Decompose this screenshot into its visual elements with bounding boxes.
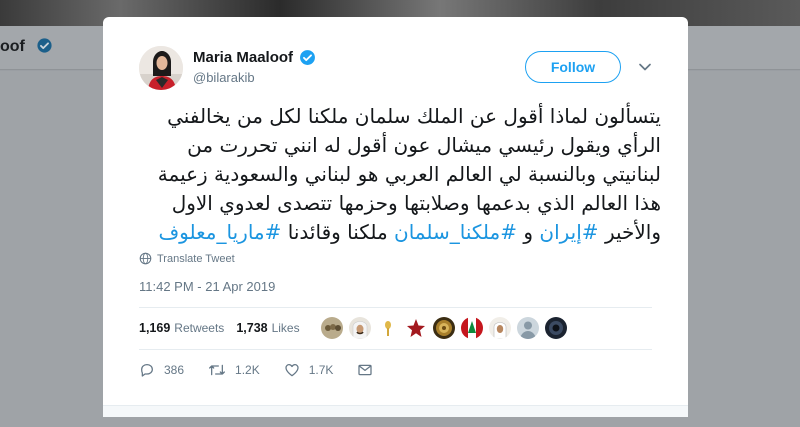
hashtag-iran-link[interactable]: #إيران [539, 220, 598, 244]
like-count: 1.7K [308, 363, 334, 377]
translate-tweet-link[interactable]: Translate Tweet [139, 252, 235, 265]
background-profile-name: oof [0, 38, 25, 55]
direct-message-button[interactable] [357, 362, 373, 378]
like-button[interactable]: 1.7K [284, 362, 334, 378]
tweet-timestamp[interactable]: 11:42 PM - 21 Apr 2019 [139, 279, 275, 294]
divider [139, 349, 652, 350]
liker-avatar[interactable] [349, 317, 371, 339]
retweets-count: 1,169 [139, 321, 171, 335]
liker-avatars [321, 317, 567, 339]
tweet-stats: 1,169 Retweets 1,738 Likes [139, 319, 300, 337]
hashtag-maria-link[interactable]: #ماريا_معلوف [158, 220, 281, 244]
verified-badge-icon [300, 49, 315, 65]
tweet-line: يتسألون لماذا أقول عن الملك سلمان ملكنا … [167, 104, 661, 128]
author-avatar[interactable] [139, 46, 183, 90]
retweets-stat[interactable]: 1,169 Retweets [139, 321, 224, 335]
tweet-line: الرأي ويقول رئيسي ميشال عون أقول له انني… [187, 133, 661, 157]
retweets-label: Retweets [174, 321, 225, 335]
author-name-row: Maria Maaloof [193, 47, 316, 67]
likes-count: 1,738 [236, 321, 268, 335]
author-name[interactable]: Maria Maaloof [193, 49, 293, 66]
likes-stat[interactable]: 1,738 Likes [236, 321, 299, 335]
tweet-text-fragment: و [523, 220, 534, 244]
divider [139, 307, 652, 308]
tweet-actions: 386 1.2K 1.7K [139, 361, 397, 379]
liker-avatar[interactable] [489, 317, 511, 339]
liker-avatar[interactable] [405, 317, 427, 339]
chevron-down-icon[interactable] [638, 60, 652, 74]
globe-icon [139, 252, 152, 265]
hashtag-salman-link[interactable]: #ملكنا_سلمان [394, 220, 517, 244]
tweet-line: لبنانيتي وبالنسبة لي العالم العربي هو لب… [157, 162, 661, 186]
reply-count: 386 [164, 363, 185, 377]
reply-icon [141, 364, 153, 377]
likes-label: Likes [271, 321, 300, 335]
translate-label: Translate Tweet [157, 252, 235, 265]
liker-avatar[interactable] [377, 317, 399, 339]
reply-button[interactable]: 386 [139, 362, 184, 378]
tweet-text-fragment: والأخير [604, 220, 661, 244]
tweet-line: هذا العالم الذي بدعمها وصلابتها وحزمها ت… [171, 191, 661, 215]
liker-avatar[interactable] [517, 317, 539, 339]
reply-composer-area [103, 405, 688, 417]
heart-icon [285, 364, 299, 377]
envelope-icon [358, 364, 373, 376]
retweet-button[interactable]: 1.2K [208, 362, 260, 378]
liker-avatar[interactable] [545, 317, 567, 339]
author-handle[interactable]: @bilarakib [193, 70, 255, 85]
retweet-count: 1.2K [235, 363, 260, 377]
tweet-text: يتسألون لماذا أقول عن الملك سلمان ملكنا … [139, 102, 661, 247]
liker-avatar[interactable] [433, 317, 455, 339]
verified-icon [37, 38, 52, 53]
liker-avatar[interactable] [461, 317, 483, 339]
tweet-modal: Maria Maaloof @bilarakib Follow يتسألون … [103, 17, 688, 417]
avatar-image [139, 46, 183, 90]
follow-button[interactable]: Follow [525, 51, 621, 83]
tweet-text-fragment: ملكنا وقائدنا [287, 220, 388, 244]
retweet-icon [209, 364, 225, 376]
liker-avatar[interactable] [321, 317, 343, 339]
tweet-line-last: والأخير #إيران و #ملكنا_سلمان ملكنا وقائ… [139, 218, 661, 247]
